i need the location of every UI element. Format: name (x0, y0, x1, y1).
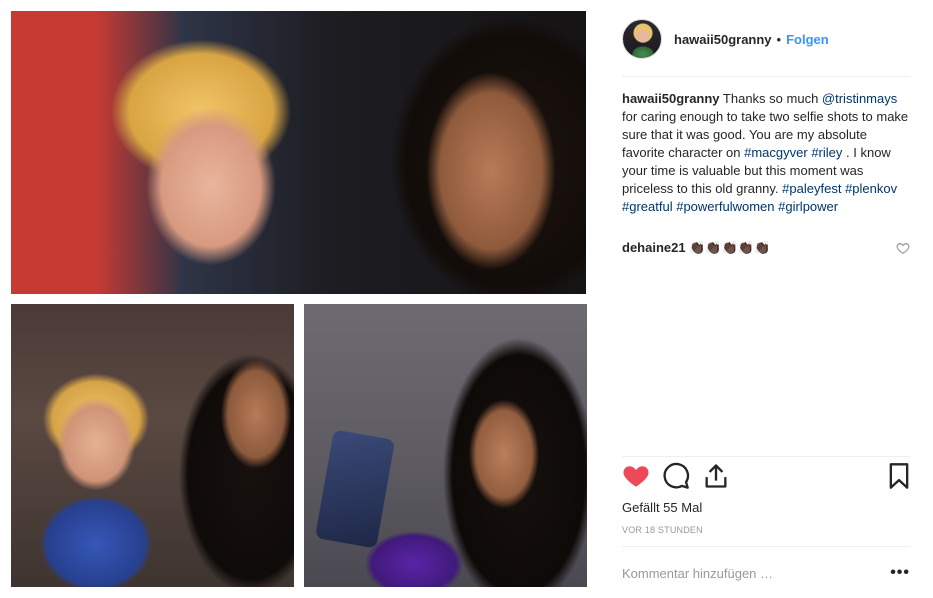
caption-username[interactable]: hawaii50granny (622, 91, 720, 106)
post-sidebar: hawaii50granny • Folgen hawaii50granny T… (610, 0, 910, 598)
comment-input[interactable] (622, 565, 872, 581)
caption-hashtag[interactable]: #riley (811, 145, 842, 160)
comment-icon[interactable] (662, 462, 690, 490)
caption-hashtag[interactable]: #paleyfest (782, 181, 841, 196)
caption-hashtag[interactable]: #powerfulwomen (676, 199, 774, 214)
bookmark-icon[interactable] (885, 462, 913, 490)
actions-divider (622, 456, 910, 457)
header-username[interactable]: hawaii50granny (674, 32, 772, 47)
photo-selfie-top[interactable] (11, 11, 586, 294)
caption-text: Thanks so much (719, 91, 822, 106)
caption-hashtag[interactable]: #plenkov (845, 181, 897, 196)
comment-username[interactable]: dehaine21 (622, 240, 686, 255)
header-divider (622, 76, 910, 77)
comment-form: ••• (622, 562, 910, 584)
post-caption: hawaii50granny Thanks so much @tristinma… (622, 90, 910, 216)
likes-count[interactable]: Gefällt 55 Mal (622, 500, 702, 515)
phone-in-photo (314, 429, 396, 549)
photo-selfie-bottom-left[interactable] (11, 304, 294, 587)
comment-item: dehaine21 👏🏿👏🏿👏🏿👏🏿👏🏿 (622, 239, 910, 257)
post-timestamp[interactable]: VOR 18 STUNDEN (622, 525, 703, 535)
caption-mention[interactable]: @tristinmays (822, 91, 897, 106)
comment-like-heart-icon[interactable] (896, 241, 910, 255)
heart-icon[interactable] (622, 462, 650, 490)
comment-divider (622, 546, 910, 547)
avatar[interactable] (622, 19, 662, 59)
comment-text: 👏🏿👏🏿👏🏿👏🏿👏🏿 (685, 240, 771, 255)
follow-button[interactable]: Folgen (786, 32, 829, 47)
post-header: hawaii50granny • Folgen (610, 14, 910, 64)
caption-hashtag[interactable]: #macgyver (744, 145, 808, 160)
post-actions (622, 462, 910, 494)
post-media (0, 0, 597, 598)
caption-hashtag[interactable]: #girlpower (778, 199, 838, 214)
share-icon[interactable] (702, 462, 730, 490)
photo-selfie-bottom-right[interactable] (304, 304, 587, 587)
more-options-icon[interactable]: ••• (890, 565, 910, 581)
caption-hashtag[interactable]: #greatful (622, 199, 673, 214)
header-separator: • (776, 31, 782, 47)
